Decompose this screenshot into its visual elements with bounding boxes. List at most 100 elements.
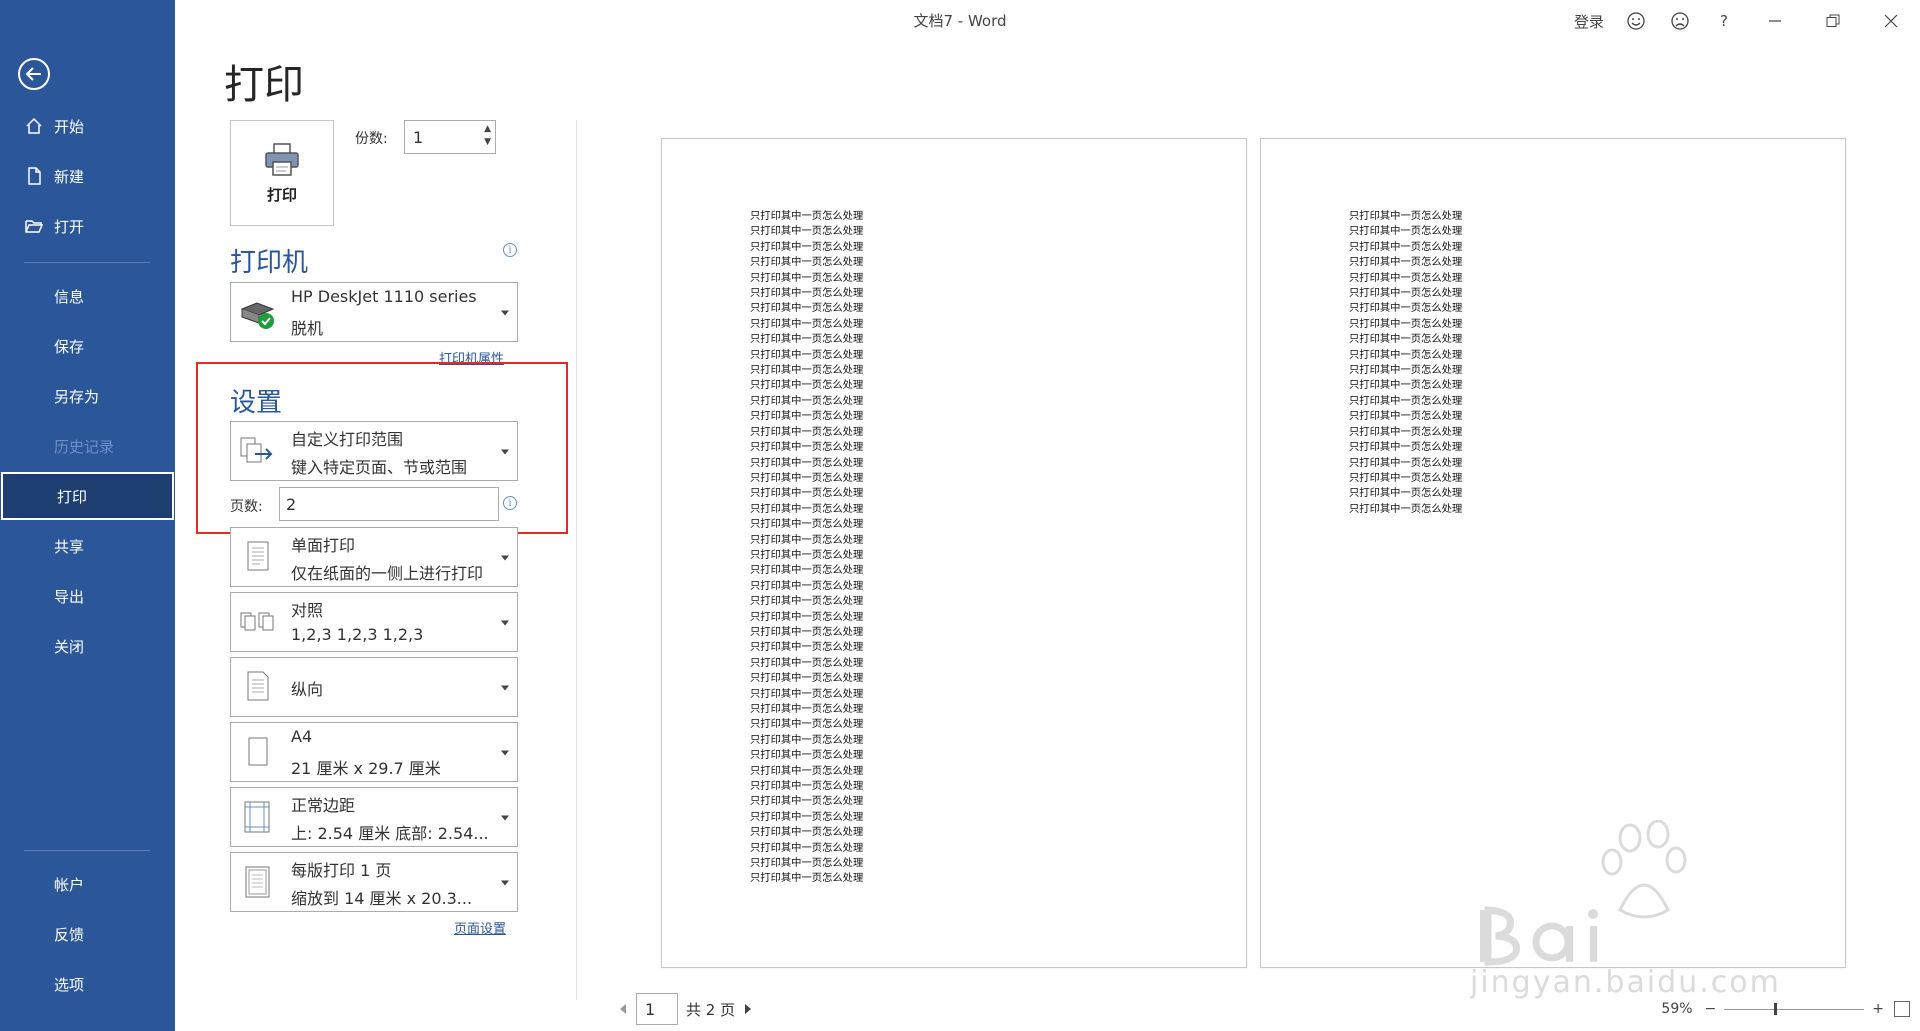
- page-text-lines: 只打印其中一页怎么处理 只打印其中一页怎么处理 只打印其中一页怎么处理 只打印其…: [1349, 210, 1463, 515]
- nav-home[interactable]: 开始: [0, 102, 175, 150]
- chevron-down-icon: [501, 310, 509, 316]
- page-text-lines: 只打印其中一页怎么处理 只打印其中一页怎么处理 只打印其中一页怎么处理 只打印其…: [750, 210, 864, 885]
- printer-name: HP DeskJet 1110 series: [291, 287, 477, 306]
- printer-status: 脱机: [291, 319, 324, 338]
- pages-per-sheet-icon: [245, 866, 270, 898]
- zoom-control: 59% − +: [1661, 998, 1910, 1020]
- nav-label: 关闭: [54, 637, 85, 656]
- printer-section-title: 打印机: [230, 248, 309, 278]
- back-arrow-icon[interactable]: [18, 58, 50, 90]
- copies-input[interactable]: 1 ▲ ▼: [404, 120, 496, 154]
- nav-print[interactable]: 打印: [1, 472, 174, 520]
- backstage-sidebar: 开始 新建 打开 信息 保存 另存为 历史记录 打印 共享 导出 关闭 帐户 反…: [0, 0, 175, 1031]
- nav-label: 打开: [54, 217, 85, 236]
- margins-icon: [244, 801, 270, 833]
- nav-info[interactable]: 信息: [0, 272, 175, 320]
- previous-page-icon[interactable]: [620, 1004, 626, 1014]
- zoom-level: 59%: [1661, 1001, 1693, 1017]
- printer-icon: [265, 142, 299, 176]
- next-page-icon[interactable]: [745, 1004, 752, 1014]
- collate-title: 对照: [291, 601, 324, 620]
- chevron-down-icon: [501, 880, 509, 886]
- close-icon[interactable]: [1862, 6, 1920, 36]
- portrait-orientation-icon: [247, 671, 269, 701]
- baidu-jingyan-watermark: jingyan.baidu.com: [1470, 820, 1779, 1000]
- nav-label: 帐户: [54, 875, 85, 894]
- pane-divider: [576, 120, 577, 1000]
- nav-label: 信息: [54, 287, 85, 306]
- paper-size-dropdown[interactable]: A4 21 厘米 x 29.7 厘米: [230, 722, 518, 782]
- copies-value: 1: [413, 127, 424, 147]
- nav-label: 另存为: [54, 387, 100, 406]
- orientation-dropdown[interactable]: 纵向: [230, 657, 518, 717]
- nav-new[interactable]: 新建: [0, 152, 175, 200]
- zoom-slider-thumb[interactable]: [1774, 1002, 1778, 1015]
- nav-label: 导出: [54, 587, 85, 606]
- current-page-input[interactable]: 1: [636, 993, 678, 1025]
- collate-dropdown[interactable]: 对照 1,2,3 1,2,3 1,2,3: [230, 592, 518, 652]
- nav-label: 保存: [54, 337, 85, 356]
- nav-label: 反馈: [54, 925, 85, 944]
- print-button[interactable]: 打印: [230, 120, 334, 226]
- copies-spinner[interactable]: ▲ ▼: [484, 123, 491, 149]
- sidebar-separator: [24, 262, 150, 263]
- titlebar-controls: 登录 ?: [1564, 6, 1920, 36]
- chevron-down-icon: [501, 620, 509, 626]
- nav-options[interactable]: 选项: [0, 960, 175, 1008]
- orientation-title: 纵向: [291, 680, 324, 699]
- nav-label: 共享: [54, 537, 85, 556]
- page-title: 打印: [224, 62, 304, 108]
- printer-status-icon: [240, 302, 275, 329]
- minimize-icon[interactable]: [1746, 6, 1804, 36]
- sides-dropdown[interactable]: 单面打印 仅在纸面的一侧上进行打印: [230, 527, 518, 587]
- help-icon[interactable]: ?: [1702, 6, 1746, 36]
- chevron-down-icon: [501, 815, 509, 821]
- folder-open-icon: [25, 220, 44, 233]
- nav-label: 历史记录: [54, 437, 115, 456]
- nav-feedback[interactable]: 反馈: [0, 910, 175, 958]
- nav-save-as[interactable]: 另存为: [0, 372, 175, 420]
- margins-dropdown[interactable]: 正常边距 上: 2.54 厘米 底部: 2.54...: [230, 787, 518, 847]
- zoom-in-button[interactable]: +: [1872, 1001, 1884, 1017]
- preview-page-1: 只打印其中一页怎么处理 只打印其中一页怎么处理 只打印其中一页怎么处理 只打印其…: [661, 138, 1247, 968]
- frown-feedback-icon[interactable]: [1658, 6, 1702, 36]
- margins-title: 正常边距: [291, 796, 356, 815]
- info-icon[interactable]: i: [503, 243, 517, 257]
- nav-label: 打印: [57, 487, 88, 506]
- nav-label: 开始: [54, 117, 85, 136]
- single-sided-icon: [247, 541, 269, 571]
- nav-open[interactable]: 打开: [0, 202, 175, 250]
- annotation-highlight-box: [196, 362, 568, 534]
- paper-size-title: A4: [291, 727, 313, 746]
- nav-share[interactable]: 共享: [0, 522, 175, 570]
- sides-subtitle: 仅在纸面的一侧上进行打印: [291, 564, 484, 583]
- chevron-down-icon: [501, 555, 509, 561]
- copies-label: 份数:: [355, 131, 388, 147]
- nav-export[interactable]: 导出: [0, 572, 175, 620]
- zoom-slider[interactable]: [1724, 1002, 1865, 1015]
- smile-feedback-icon[interactable]: [1614, 6, 1658, 36]
- nav-save[interactable]: 保存: [0, 322, 175, 370]
- page-setup-link[interactable]: 页面设置: [454, 918, 506, 937]
- signin-link[interactable]: 登录: [1564, 6, 1614, 36]
- zoom-out-button[interactable]: −: [1705, 1001, 1717, 1017]
- nav-close[interactable]: 关闭: [0, 622, 175, 670]
- print-button-label: 打印: [266, 185, 297, 204]
- collate-icon: [240, 612, 274, 631]
- zoom-to-page-icon[interactable]: [1894, 1001, 1910, 1017]
- home-icon: [26, 117, 42, 134]
- sidebar-separator: [24, 850, 150, 851]
- chevron-down-icon: [501, 685, 509, 691]
- restore-icon[interactable]: [1804, 6, 1862, 36]
- chevron-down-icon: [501, 750, 509, 756]
- nav-account[interactable]: 帐户: [0, 860, 175, 908]
- paper-size-subtitle: 21 厘米 x 29.7 厘米: [291, 759, 441, 778]
- sides-title: 单面打印: [291, 536, 356, 555]
- printer-dropdown[interactable]: HP DeskJet 1110 series 脱机: [230, 282, 518, 342]
- nav-history: 历史记录: [0, 422, 175, 470]
- new-document-icon: [28, 167, 41, 185]
- collate-subtitle: 1,2,3 1,2,3 1,2,3: [291, 625, 424, 644]
- margins-subtitle: 上: 2.54 厘米 底部: 2.54...: [291, 824, 489, 843]
- pages-per-sheet-dropdown[interactable]: 每版打印 1 页 缩放到 14 厘米 x 20.3...: [230, 852, 518, 912]
- nav-label: 选项: [54, 975, 85, 994]
